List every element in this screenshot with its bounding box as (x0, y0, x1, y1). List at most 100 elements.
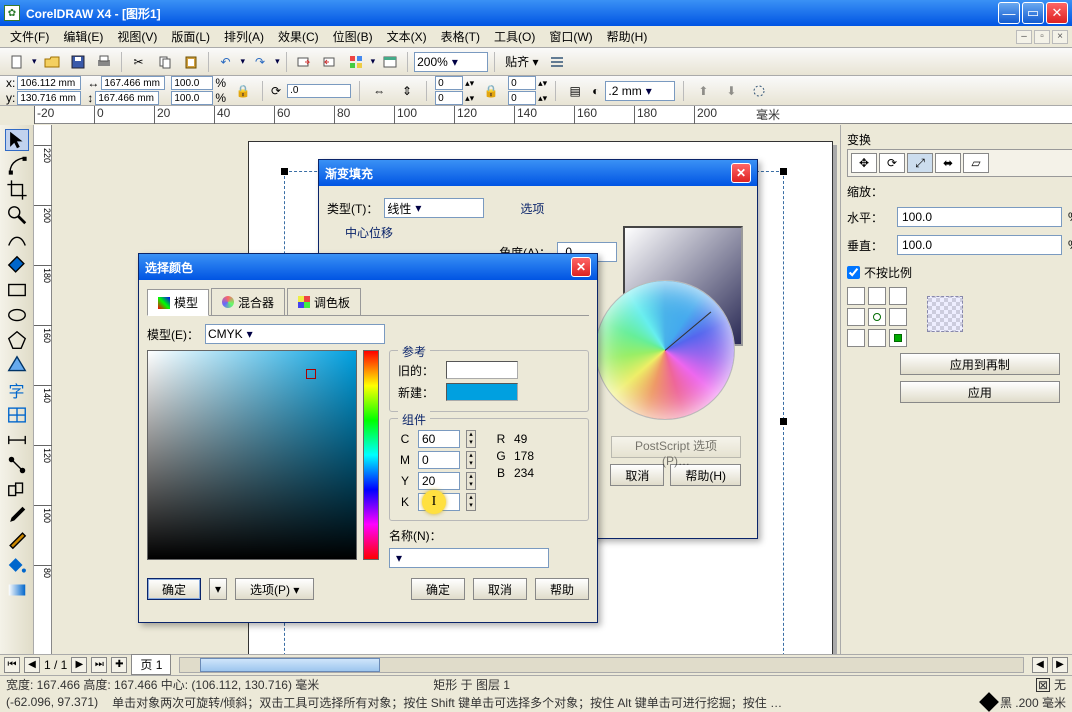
cut-icon[interactable]: ✂ (128, 51, 150, 73)
smart-fill-icon[interactable] (5, 254, 29, 276)
mdi-close[interactable]: × (1052, 30, 1068, 44)
menu-view[interactable]: 视图(V) (111, 26, 163, 47)
menu-arrange[interactable]: 排列(A) (218, 26, 270, 47)
spinner[interactable]: ▴▾ (466, 451, 476, 469)
close-button[interactable]: ✕ (1046, 2, 1068, 24)
gradient-type-combo[interactable]: 线性▾ (384, 198, 484, 218)
tab-palette[interactable]: 调色板 (287, 288, 361, 315)
menu-text[interactable]: 文本(X) (381, 26, 433, 47)
mdi-minimize[interactable]: – (1016, 30, 1032, 44)
eyedropper-tool-icon[interactable] (5, 504, 29, 526)
export-icon[interactable] (319, 51, 341, 73)
crop-tool-icon[interactable] (5, 179, 29, 201)
tab-size-icon[interactable]: ⬌ (935, 153, 961, 173)
apply-duplicate-button[interactable]: 应用到再制 (900, 353, 1060, 375)
anchor-grid[interactable] (847, 287, 907, 347)
zoom-combo[interactable]: 200%▾ (414, 52, 488, 72)
blend-tool-icon[interactable] (5, 479, 29, 501)
launcher-dropdown-icon[interactable]: ▾ (371, 56, 376, 67)
corner-lock-icon[interactable]: 🔒 (480, 80, 502, 102)
tab-skew-icon[interactable]: ▱ (963, 153, 989, 173)
tab-scale-icon[interactable]: ⤢ (907, 153, 933, 173)
options-icon[interactable] (546, 51, 568, 73)
table-tool-icon[interactable] (5, 404, 29, 426)
outline-width-combo[interactable]: .2 mm▾ (605, 81, 675, 101)
minimize-button[interactable]: — (998, 2, 1020, 24)
menu-edit[interactable]: 编辑(E) (57, 26, 109, 47)
redo-dropdown-icon[interactable]: ▾ (275, 56, 280, 67)
to-back-icon[interactable]: ⬇ (720, 80, 742, 102)
menu-file[interactable]: 文件(F) (4, 26, 55, 47)
redo-icon[interactable]: ↷ (249, 51, 271, 73)
mdi-restore[interactable]: ▫ (1034, 30, 1050, 44)
page-prev-icon[interactable]: ◀ (24, 657, 40, 673)
freehand-tool-icon[interactable] (5, 229, 29, 251)
menu-effects[interactable]: 效果(C) (272, 26, 325, 47)
connector-tool-icon[interactable] (5, 454, 29, 476)
spinner[interactable]: ▴▾ (466, 472, 476, 490)
menu-layout[interactable]: 版面(L) (165, 26, 216, 47)
gradient-dialog-close[interactable]: ✕ (731, 163, 751, 183)
polygon-tool-icon[interactable] (5, 329, 29, 351)
mirror-v-icon[interactable]: ⇕ (396, 80, 418, 102)
menu-help[interactable]: 帮助(H) (601, 26, 654, 47)
import-icon[interactable] (293, 51, 315, 73)
snap-menu[interactable]: 贴齐 ▾ (501, 53, 542, 70)
page-last-icon[interactable]: ⏭ (91, 657, 107, 673)
color-name-combo[interactable]: ▾ (389, 548, 549, 568)
cmyk-c-input[interactable] (418, 430, 460, 448)
scale-x-input[interactable] (171, 76, 213, 90)
tab-mixer[interactable]: 混合器 (211, 288, 285, 315)
gradient-cancel-button[interactable]: 取消 (610, 464, 664, 486)
pick-tool-icon[interactable] (5, 129, 29, 151)
open-icon[interactable] (41, 51, 63, 73)
zoom-tool-icon[interactable] (5, 204, 29, 226)
page-tab[interactable]: 页 1 (131, 654, 171, 675)
print-icon[interactable] (93, 51, 115, 73)
color-ok-dropdown[interactable]: ▾ (209, 578, 227, 600)
lock-ratio-icon[interactable]: 🔒 (232, 80, 254, 102)
scale-h-input[interactable] (897, 207, 1062, 227)
color-model-combo[interactable]: CMYK▾ (205, 324, 385, 344)
scale-v-input[interactable] (897, 235, 1062, 255)
spinner[interactable]: ▴▾ (466, 493, 476, 511)
interactive-fill-icon[interactable] (5, 579, 29, 601)
scale-y-input[interactable] (171, 91, 213, 105)
postscript-button[interactable]: PostScript 选项(P)… (611, 436, 741, 458)
corner-br-input[interactable] (508, 91, 536, 105)
welcome-icon[interactable] (379, 51, 401, 73)
app-launcher-icon[interactable] (345, 51, 367, 73)
page-first-icon[interactable]: ⏮ (4, 657, 20, 673)
height-input[interactable] (95, 91, 159, 105)
tab-model[interactable]: 模型 (147, 289, 209, 316)
tab-rotate-icon[interactable]: ⟳ (879, 153, 905, 173)
menu-table[interactable]: 表格(T) (435, 26, 486, 47)
keep-ratio-checkbox[interactable] (847, 266, 860, 279)
cmyk-m-input[interactable] (418, 451, 460, 469)
text-tool-icon[interactable]: 字 (5, 379, 29, 401)
menu-tools[interactable]: 工具(O) (488, 26, 541, 47)
wrap-text-icon[interactable]: ▤ (564, 80, 586, 102)
dimension-tool-icon[interactable] (5, 429, 29, 451)
color-options-button[interactable]: 选项(P) ▾ (235, 578, 314, 600)
undo-dropdown-icon[interactable]: ▾ (241, 56, 246, 67)
scroll-right-icon[interactable]: ▶ (1052, 657, 1068, 673)
page-next-icon[interactable]: ▶ (71, 657, 87, 673)
color-cancel-button[interactable]: 取消 (473, 578, 527, 600)
new-dropdown-icon[interactable]: ▾ (32, 56, 37, 67)
cmyk-k-input[interactable] (418, 493, 460, 511)
corner-bl-input[interactable] (435, 91, 463, 105)
menu-window[interactable]: 窗口(W) (543, 26, 598, 47)
ellipse-tool-icon[interactable] (5, 304, 29, 326)
spinner[interactable]: ▴▾ (466, 430, 476, 448)
horizontal-scrollbar[interactable] (179, 657, 1024, 673)
paste-icon[interactable] (180, 51, 202, 73)
corner-tl-input[interactable] (435, 76, 463, 90)
cmyk-y-input[interactable] (418, 472, 460, 490)
save-icon[interactable] (67, 51, 89, 73)
pos-y-input[interactable] (17, 91, 81, 105)
fill-tool-icon[interactable] (5, 554, 29, 576)
pos-x-input[interactable] (17, 76, 81, 90)
page-add-icon[interactable]: ✚ (111, 657, 127, 673)
scroll-left-icon[interactable]: ◀ (1032, 657, 1048, 673)
